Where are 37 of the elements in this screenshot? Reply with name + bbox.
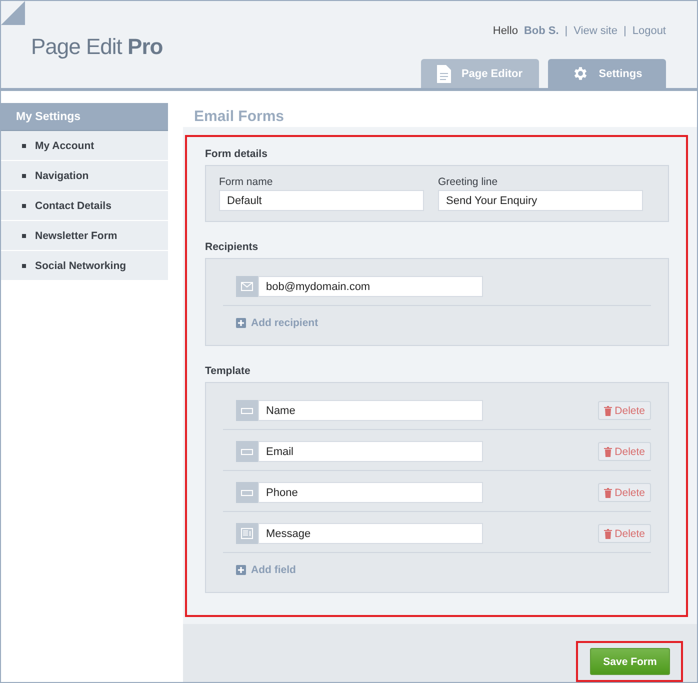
- text-field[interactable]: Send Your Enquiry: [438, 190, 643, 211]
- plus-icon: [236, 318, 246, 328]
- text-field-icon: [236, 482, 258, 503]
- greeting-text: Hello: [492, 25, 518, 37]
- page-title: Email Forms: [193, 107, 286, 127]
- text-field[interactable]: Default: [219, 190, 424, 211]
- text-field[interactable]: Phone: [258, 482, 483, 503]
- field-label: Greeting line: [438, 176, 499, 188]
- sidebar-item[interactable]: Newsletter Form: [1, 221, 168, 251]
- section-heading: Template: [205, 365, 252, 377]
- envelope-icon: [236, 276, 258, 297]
- trash-icon: [604, 488, 612, 498]
- sidebar-item[interactable]: Social Networking: [1, 251, 168, 281]
- gear-icon: [572, 65, 589, 82]
- text-field-icon: [236, 400, 258, 421]
- separator: |: [623, 25, 626, 37]
- textarea-icon: [236, 523, 258, 544]
- text-field-icon: [236, 441, 258, 462]
- text-field[interactable]: Name: [258, 400, 483, 421]
- text-field[interactable]: Email: [258, 441, 483, 462]
- recipient-address-field[interactable]: bob@mydomain.com: [258, 276, 483, 297]
- logo: Page Edit Pro: [31, 34, 163, 61]
- document-icon: [437, 64, 452, 82]
- section-heading: Form details: [205, 148, 268, 160]
- plus-icon: [236, 565, 246, 575]
- section-heading: Recipients: [205, 241, 260, 253]
- trash-icon: [604, 528, 612, 538]
- field-label: Form name: [219, 176, 274, 188]
- sidebar-item[interactable]: Navigation: [1, 161, 168, 191]
- sidebar-item[interactable]: Contact Details: [1, 191, 168, 221]
- trash-icon: [604, 446, 612, 456]
- separator: |: [564, 25, 568, 37]
- sidebar-item[interactable]: My Account: [1, 131, 168, 161]
- sidebar-title: My Settings: [1, 103, 168, 131]
- trash-icon: [604, 406, 612, 416]
- text-field[interactable]: Message: [258, 523, 483, 544]
- user-name: Bob S.: [524, 25, 559, 37]
